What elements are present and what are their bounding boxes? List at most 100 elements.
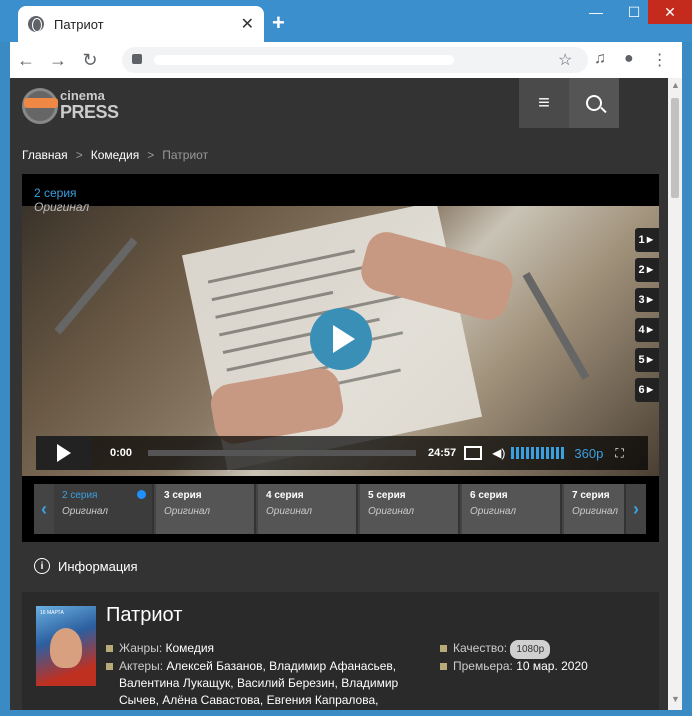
episode-voice: Оригинал: [266, 506, 312, 517]
play-icon: [57, 444, 71, 462]
episode-voice: Оригинал: [572, 506, 618, 517]
side-episode-1[interactable]: 1►: [635, 228, 659, 252]
video-player[interactable]: 2 серия Оригинал 1► 2► 3► 4► 5► 6► 0:00 …: [22, 174, 659, 542]
page-scrollbar[interactable]: ▲ ▼: [668, 78, 682, 710]
premiere-value: 10 мар. 2020: [516, 659, 588, 673]
side-episode-6[interactable]: 6►: [635, 378, 659, 402]
scroll-down-arrow[interactable]: ▼: [671, 694, 680, 704]
search-button[interactable]: [569, 78, 619, 128]
video-pencil: [54, 237, 138, 335]
toolbar-right-icons: ♫ ● ⋮: [594, 50, 668, 70]
quality-badge: 1080p: [510, 640, 551, 659]
episode-voice: Оригинал: [164, 506, 210, 517]
side-episode-3[interactable]: 3►: [635, 288, 659, 312]
browser-tab[interactable]: Патриот ✕: [18, 6, 264, 42]
episode-card[interactable]: 7 серия Оригинал: [564, 484, 626, 534]
actors-value[interactable]: Алексей Базанов, Владимир Афанасьев,: [166, 659, 396, 673]
play-button[interactable]: [36, 436, 92, 470]
episode-name: 5 серия: [368, 490, 406, 501]
episode-card[interactable]: 2 серия Оригинал: [54, 484, 154, 534]
actors-row: Актеры: Алексей Базанов, Владимир Афанас…: [106, 658, 416, 709]
bookmark-star-icon[interactable]: ☆: [558, 50, 572, 70]
movie-info-card: 16 МАРТА Патриот Жанры: Комедия Актеры: …: [22, 592, 659, 710]
scroll-thumb[interactable]: [671, 98, 679, 198]
lock-icon: [132, 54, 142, 64]
actors-value[interactable]: Сычев, Алёна Савастова, Евгения Капралов…: [106, 692, 416, 709]
new-tab-button[interactable]: +: [272, 10, 285, 36]
video-pencil: [522, 272, 590, 380]
poster-date-tag: 16 МАРТА: [40, 610, 64, 616]
episode-card[interactable]: 3 серия Оригинал: [156, 484, 256, 534]
bullet-icon: [106, 645, 113, 653]
seek-bar[interactable]: [148, 450, 417, 456]
close-tab-icon[interactable]: ✕: [241, 14, 254, 34]
quality-selector[interactable]: 360p: [574, 446, 603, 461]
current-voice-label: Оригинал: [34, 200, 90, 214]
quality-row: Качество: 1080p: [440, 640, 551, 659]
premiere-row: Премьера: 10 мар. 2020: [440, 658, 588, 675]
poster-face: [50, 628, 82, 668]
breadcrumb-separator: >: [147, 148, 155, 162]
browser-toolbar: ← → ↻ ☆ ♫ ● ⋮: [10, 42, 682, 78]
episode-name: 3 серия: [164, 490, 202, 501]
prev-episodes-arrow[interactable]: ‹: [34, 484, 54, 534]
back-button[interactable]: ←: [10, 50, 42, 71]
episode-name: 2 серия: [62, 490, 98, 501]
episode-name: 7 серия: [572, 490, 610, 501]
bullet-icon: [106, 663, 113, 671]
episode-name: 6 серия: [470, 490, 508, 501]
info-heading: Информация: [58, 558, 138, 574]
episode-voice: Оригинал: [368, 506, 414, 517]
volume-icon[interactable]: ◀): [492, 446, 505, 460]
info-icon: i: [34, 558, 50, 574]
side-episode-5[interactable]: 5►: [635, 348, 659, 372]
movie-poster[interactable]: 16 МАРТА: [36, 606, 96, 686]
current-series-label: 2 серия: [34, 186, 77, 200]
genres-label: Жанры:: [119, 641, 163, 655]
scroll-up-arrow[interactable]: ▲: [671, 80, 680, 90]
active-dot: [137, 490, 146, 499]
bullet-icon: [440, 663, 447, 671]
episode-voice: Оригинал: [62, 506, 108, 517]
info-section-header: i Информация: [34, 558, 138, 574]
3d-glasses-icon: [24, 98, 58, 108]
address-bar[interactable]: [122, 47, 588, 73]
player-controls: 0:00 24:57 ◀) 360p ⛶: [36, 436, 648, 470]
episode-voice: Оригинал: [470, 506, 516, 517]
logo-text-bottom: PRESS: [60, 102, 119, 122]
profile-icon[interactable]: ●: [624, 50, 634, 70]
globe-icon: [28, 16, 44, 32]
current-time: 0:00: [110, 447, 133, 459]
big-play-button[interactable]: [310, 308, 372, 370]
episode-card[interactable]: 6 серия Оригинал: [462, 484, 562, 534]
episode-card[interactable]: 4 серия Оригинал: [258, 484, 358, 534]
breadcrumb-separator: >: [75, 148, 83, 162]
media-control-icon[interactable]: ♫: [594, 50, 606, 70]
volume-slider[interactable]: [511, 447, 565, 459]
close-window-button[interactable]: ✕: [648, 0, 692, 24]
menu-button[interactable]: ≡: [519, 78, 569, 128]
premiere-label: Премьера:: [453, 659, 513, 673]
page-viewport: cinema PRESS ≡ Главная > Комедия > Патри…: [10, 78, 668, 710]
episode-name: 4 серия: [266, 490, 304, 501]
more-menu-icon[interactable]: ⋮: [652, 50, 668, 70]
forward-button[interactable]: →: [42, 50, 74, 71]
genres-value[interactable]: Комедия: [166, 641, 215, 655]
side-episode-2[interactable]: 2►: [635, 258, 659, 282]
duration: 24:57: [428, 447, 457, 459]
breadcrumb-home[interactable]: Главная: [22, 148, 68, 162]
bullet-icon: [440, 645, 447, 653]
logo-text-top: cinema: [60, 88, 105, 103]
breadcrumb-category[interactable]: Комедия: [91, 148, 140, 162]
fullscreen-icon[interactable]: ⛶: [615, 446, 623, 461]
url-redacted: [154, 55, 454, 65]
episode-card[interactable]: 5 серия Оригинал: [360, 484, 460, 534]
breadcrumb: Главная > Комедия > Патриот: [22, 148, 208, 162]
side-episode-4[interactable]: 4►: [635, 318, 659, 342]
movie-title: Патриот: [106, 604, 183, 626]
reload-button[interactable]: ↻: [74, 50, 106, 71]
site-logo[interactable]: cinema PRESS: [22, 82, 119, 126]
actors-value[interactable]: Валентина Лукащук, Василий Березин, Влад…: [106, 675, 416, 692]
next-episodes-arrow[interactable]: ›: [626, 484, 646, 534]
pip-icon[interactable]: [464, 446, 483, 460]
